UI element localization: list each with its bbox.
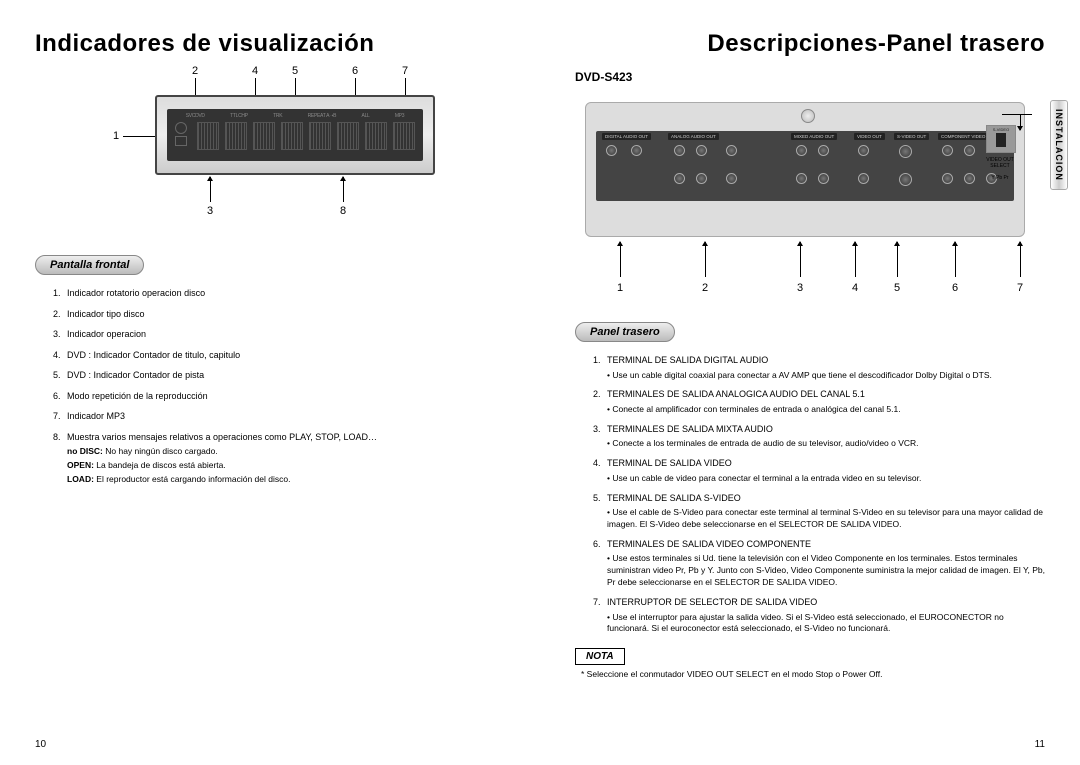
side-tab: INSTALACION (1050, 100, 1068, 190)
optical-jack (606, 145, 617, 156)
callout-7: 7 (402, 65, 408, 77)
list-item: 2.Indicador tipo disco (53, 308, 505, 322)
list-item: 3.Indicador operacion (53, 328, 505, 342)
display-box: SVCDVD TTLCHP TRK REPEAT A➝B ALL MP3 (155, 95, 435, 175)
list-item: 6.Modo repetición de la reproducción (53, 390, 505, 404)
callout-8: 8 (340, 205, 346, 217)
right-title: Descripciones-Panel trasero (575, 30, 1045, 58)
callout-4: 4 (252, 65, 258, 77)
screw-icon (801, 109, 815, 123)
list-item: 1.TERMINAL DE SALIDA DIGITAL AUDIOUse un… (593, 354, 1045, 381)
video-out-select-switch: S-VIDEO (986, 125, 1016, 153)
callout-3: 3 (207, 205, 213, 217)
rear-panel-list: 1.TERMINAL DE SALIDA DIGITAL AUDIOUse un… (593, 354, 1045, 635)
list-item: 2.TERMINALES DE SALIDA ANALOGICA AUDIO D… (593, 388, 1045, 415)
list-item: 8.Muestra varios mensajes relativos a op… (53, 431, 505, 486)
callout-1: 1 (113, 130, 119, 142)
page-number-left: 10 (35, 739, 46, 750)
page-number-right: 11 (1035, 739, 1045, 750)
coaxial-jack (631, 145, 642, 156)
left-title: Indicadores de visualización (35, 30, 505, 58)
right-page: Descripciones-Panel trasero DVD-S423 INS… (540, 0, 1080, 765)
section-badge-front: Pantalla frontal (35, 255, 144, 275)
callout-2: 2 (192, 65, 198, 77)
front-display-diagram: 2 4 5 6 7 1 SVCDVD TTLCHP TRK REPEAT A➝B… (35, 65, 505, 255)
list-item: 4.DVD : Indicador Contador de titulo, ca… (53, 349, 505, 363)
list-item: 3.TERMINALES DE SALIDA MIXTA AUDIOConect… (593, 423, 1045, 450)
front-panel-list: 1.Indicador rotatorio operacion disco 2.I… (53, 287, 505, 486)
model-number: DVD-S423 (575, 70, 1045, 84)
rear-panel-diagram: DIGITAL AUDIO OUT ANALOG AUDIO OUT MIXED… (575, 92, 1045, 322)
callout-5: 5 (292, 65, 298, 77)
nota-label: NOTA (575, 648, 625, 665)
list-item: 1.Indicador rotatorio operacion disco (53, 287, 505, 301)
nota-text: * Seleccione el conmutador VIDEO OUT SEL… (581, 669, 1045, 679)
list-item: 4.TERMINAL DE SALIDA VIDEOUse un cable d… (593, 457, 1045, 484)
list-item: 5.TERMINAL DE SALIDA S-VIDEOUse el cable… (593, 492, 1045, 531)
callout-6: 6 (352, 65, 358, 77)
list-item: 5.DVD : Indicador Contador de pista (53, 369, 505, 383)
list-item: 7.Indicador MP3 (53, 410, 505, 424)
left-page: Indicadores de visualización 2 4 5 6 7 1… (0, 0, 540, 765)
list-item: 7.INTERRUPTOR DE SELECTOR DE SALIDA VIDE… (593, 596, 1045, 635)
list-item: 6.TERMINALES DE SALIDA VIDEO COMPONENTEU… (593, 538, 1045, 589)
section-badge-rear: Panel trasero (575, 322, 675, 342)
